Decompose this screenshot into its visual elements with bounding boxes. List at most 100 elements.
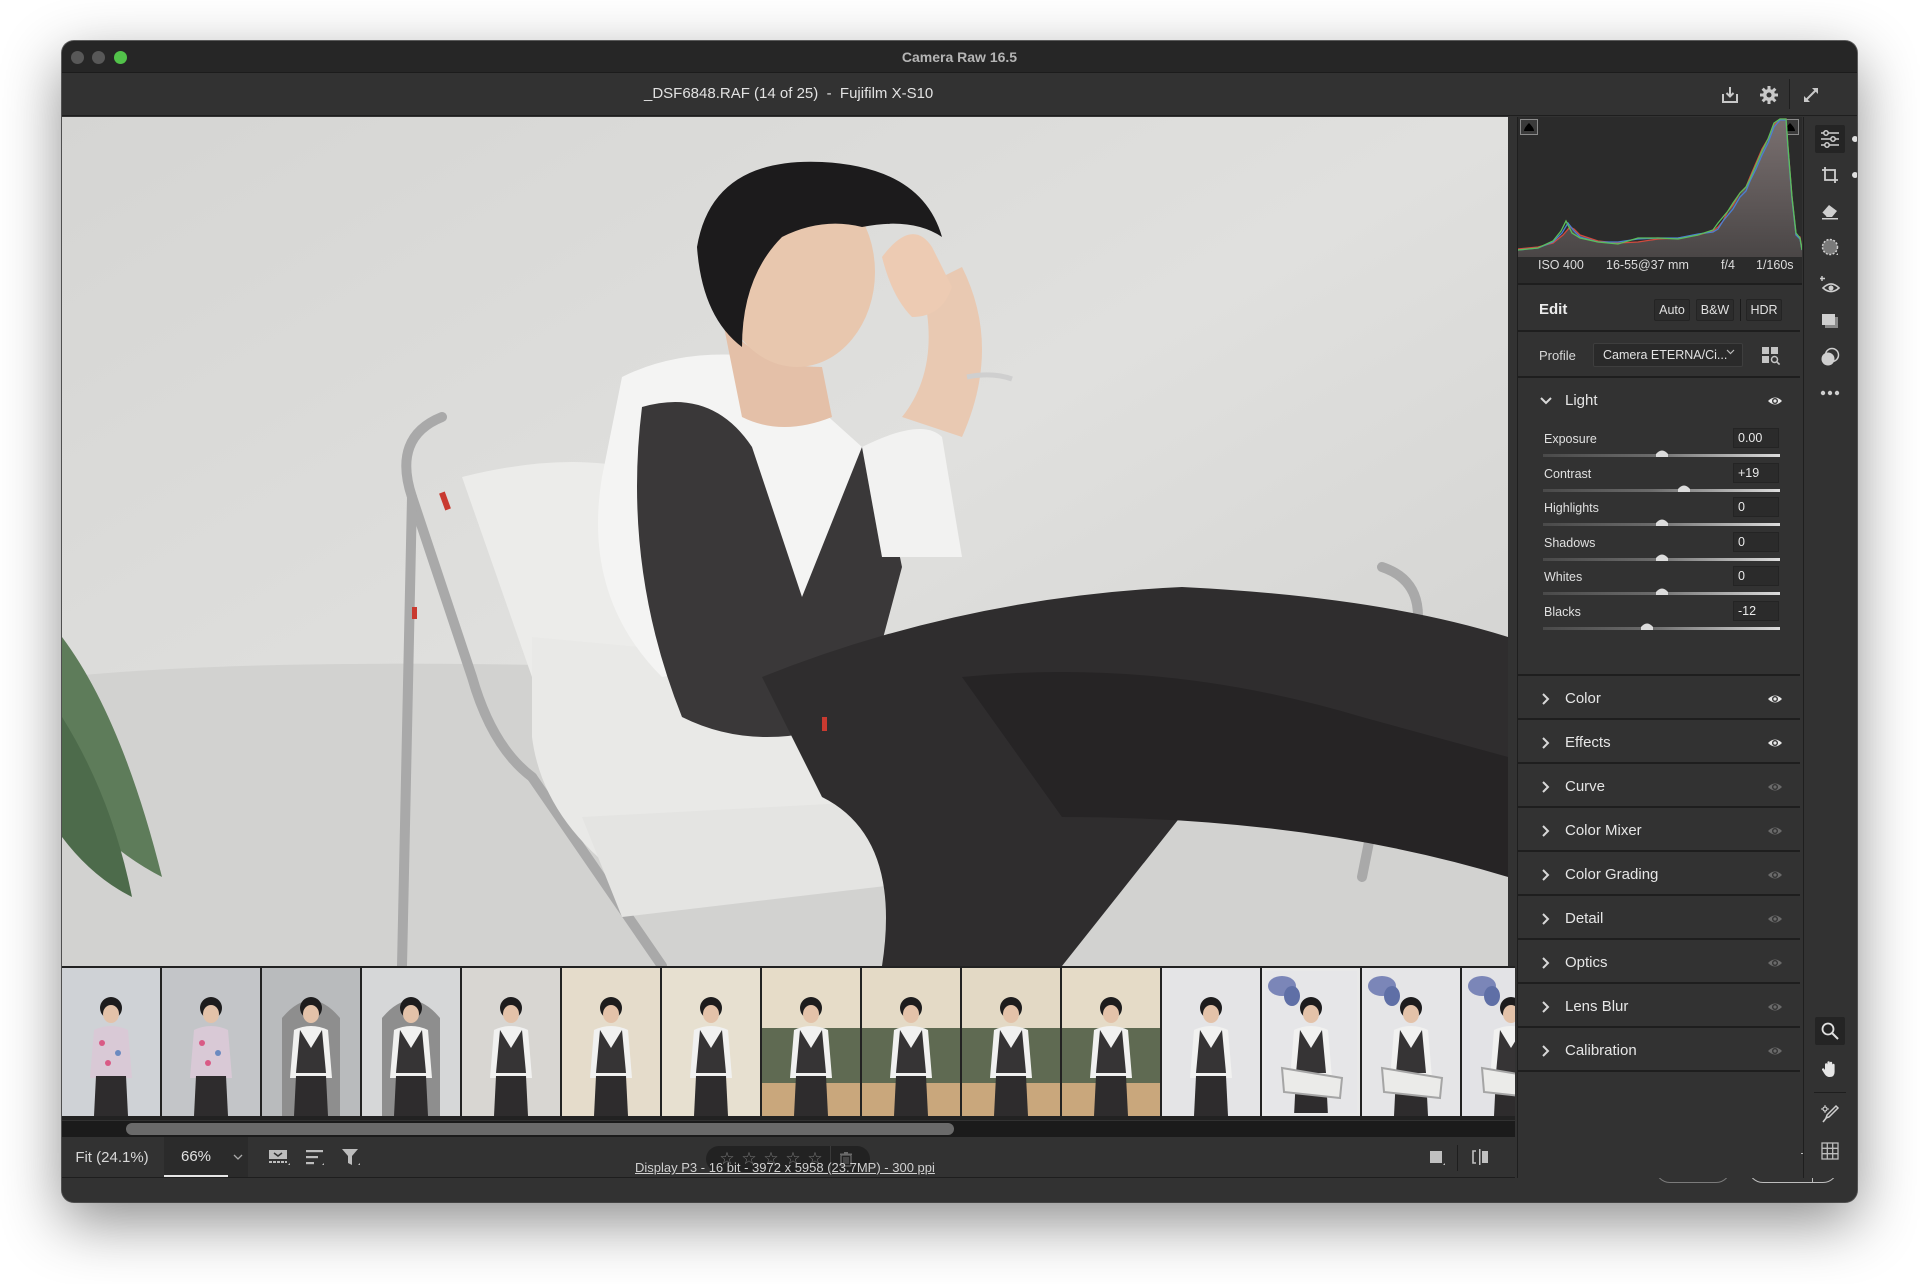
filmstrip-thumbnail[interactable] xyxy=(362,968,460,1116)
chevron-right-icon xyxy=(1542,1045,1550,1057)
filmstrip-thumbnail[interactable] xyxy=(1362,968,1460,1116)
filmstrip-thumbnail[interactable] xyxy=(262,968,360,1116)
slider-track[interactable] xyxy=(1543,554,1780,561)
workflow-options-link[interactable]: Display P3 - 16 bit - 3972 x 5958 (23.7M… xyxy=(635,1160,935,1175)
filmstrip-thumbnail[interactable] xyxy=(1462,968,1515,1116)
histogram: ISO 400 16-55@37 mm f/4 1/160s xyxy=(1518,117,1802,285)
zoom-icon[interactable] xyxy=(1815,1017,1845,1045)
eye-icon[interactable] xyxy=(1767,956,1783,970)
chevron-right-icon xyxy=(1542,869,1550,881)
filmstrip-thumbnail[interactable] xyxy=(962,968,1060,1116)
filmstrip-thumbnail[interactable] xyxy=(862,968,960,1116)
zoom-dropdown[interactable] xyxy=(228,1137,248,1177)
filmstrip-thumbnail[interactable] xyxy=(1062,968,1160,1116)
filmstrip-scrollbar[interactable] xyxy=(62,1121,1515,1137)
slider-track[interactable] xyxy=(1543,485,1780,492)
grid-icon[interactable] xyxy=(1815,1137,1845,1165)
filmstrip-thumbnail[interactable] xyxy=(662,968,760,1116)
eye-icon[interactable] xyxy=(1767,824,1783,838)
window-title: Camera Raw 16.5 xyxy=(901,49,1018,65)
hand-icon[interactable] xyxy=(1815,1055,1845,1083)
photo-preview[interactable] xyxy=(62,117,1508,966)
section-color-grading[interactable]: Color Grading xyxy=(1518,854,1800,896)
sort-icon[interactable] xyxy=(302,1145,328,1169)
fit-zoom-button[interactable]: Fit (24.1%) xyxy=(62,1137,162,1177)
presets-icon[interactable] xyxy=(1815,343,1845,371)
zoom-level-button[interactable]: 66% xyxy=(164,1137,228,1177)
eye-icon[interactable] xyxy=(1767,394,1783,408)
filmstrip-thumbnail[interactable] xyxy=(162,968,260,1116)
filmstrip-thumbnail[interactable] xyxy=(62,968,160,1116)
slider-value-input[interactable]: 0 xyxy=(1733,566,1779,586)
auto-button[interactable]: Auto xyxy=(1654,299,1690,321)
crop-icon[interactable] xyxy=(1815,161,1845,189)
save-icon[interactable] xyxy=(1718,83,1742,107)
edit-buttons-divider xyxy=(1740,299,1741,321)
slider-label: Shadows xyxy=(1544,535,1596,550)
profile-browser-icon[interactable] xyxy=(1761,346,1781,366)
section-color-mixer[interactable]: Color Mixer xyxy=(1518,810,1800,852)
exif-aperture: f/4 xyxy=(1721,258,1735,272)
profile-select[interactable]: Camera ETERNA/Ci... xyxy=(1593,343,1743,367)
exif-lens: 16-55@37 mm xyxy=(1606,258,1689,272)
profile-value: Camera ETERNA/Ci... xyxy=(1603,348,1728,362)
gear-icon[interactable] xyxy=(1757,83,1781,107)
top-toolbar: _DSF6848.RAF (14 of 25) - Fujifilm X-S10 xyxy=(62,73,1857,116)
slider-highlights: Highlights 0 xyxy=(1518,497,1800,535)
slider-value-input[interactable]: 0 xyxy=(1733,497,1779,517)
slider-shadows: Shadows 0 xyxy=(1518,531,1800,570)
slider-track[interactable] xyxy=(1543,519,1780,526)
eye-icon[interactable] xyxy=(1767,1000,1783,1014)
before-after-icon[interactable] xyxy=(1467,1145,1493,1169)
mask-icon[interactable] xyxy=(1815,233,1845,261)
more-icon[interactable] xyxy=(1815,379,1845,407)
slider-track[interactable] xyxy=(1543,588,1780,595)
filmstrip-thumbnail[interactable] xyxy=(562,968,660,1116)
eraser-icon[interactable] xyxy=(1815,197,1845,225)
slider-value-input[interactable]: -12 xyxy=(1733,600,1779,621)
section-curve[interactable]: Curve xyxy=(1518,766,1800,808)
camera-raw-window: Camera Raw 16.5 _DSF6848.RAF (14 of 25) … xyxy=(62,41,1857,1202)
eye-icon[interactable] xyxy=(1767,868,1783,882)
slider-value-input[interactable]: 0.00 xyxy=(1733,428,1779,448)
filmstrip-thumbnail[interactable] xyxy=(1162,968,1260,1116)
filter-icon[interactable] xyxy=(338,1145,364,1169)
slider-blacks: Blacks -12 xyxy=(1518,600,1800,639)
eye-icon[interactable] xyxy=(1767,736,1783,750)
eye-icon[interactable] xyxy=(1767,912,1783,926)
filmstrip-thumbnail[interactable] xyxy=(1262,968,1360,1116)
filmstrip-scroll-thumb[interactable] xyxy=(126,1123,955,1135)
chevron-right-icon xyxy=(1542,737,1550,749)
filmstrip-thumbnail[interactable] xyxy=(762,968,860,1116)
profile-label: Profile xyxy=(1539,348,1576,363)
thumbnail-list xyxy=(62,968,1515,1116)
slider-value-input[interactable]: 0 xyxy=(1733,531,1779,552)
edit-panel: ISO 400 16-55@37 mm f/4 1/160s Edit Auto… xyxy=(1517,117,1802,1178)
slider-value-input[interactable]: +19 xyxy=(1733,462,1779,483)
eye-icon[interactable] xyxy=(1767,692,1783,706)
eye-icon[interactable] xyxy=(1767,780,1783,794)
section-optics[interactable]: Optics xyxy=(1518,942,1800,984)
slider-track[interactable] xyxy=(1543,623,1780,630)
edit-sliders-icon[interactable] xyxy=(1815,125,1845,153)
light-section-header[interactable]: Light xyxy=(1518,380,1800,422)
section-label: Optics xyxy=(1565,954,1608,971)
section-calibration[interactable]: Calibration xyxy=(1518,1030,1800,1072)
red-eye-icon[interactable] xyxy=(1815,271,1845,299)
filmstrip-thumbnail[interactable] xyxy=(462,968,560,1116)
snapshots-icon[interactable] xyxy=(1815,307,1845,335)
slider-label: Exposure xyxy=(1544,432,1597,446)
color-sampler-icon[interactable] xyxy=(1815,1100,1845,1128)
section-lens-blur[interactable]: Lens Blur xyxy=(1518,986,1800,1028)
filmstrip-options-icon[interactable] xyxy=(266,1145,292,1169)
fullscreen-icon[interactable] xyxy=(1799,83,1823,107)
edit-header: Edit Auto B&W HDR xyxy=(1518,287,1800,332)
section-detail[interactable]: Detail xyxy=(1518,898,1800,940)
slider-track[interactable] xyxy=(1543,450,1780,457)
section-effects[interactable]: Effects xyxy=(1518,722,1800,764)
hdr-button[interactable]: HDR xyxy=(1746,299,1782,321)
bw-button[interactable]: B&W xyxy=(1696,299,1734,321)
single-view-icon[interactable] xyxy=(1424,1145,1450,1169)
eye-icon[interactable] xyxy=(1767,1044,1783,1058)
section-color[interactable]: Color xyxy=(1518,678,1800,720)
